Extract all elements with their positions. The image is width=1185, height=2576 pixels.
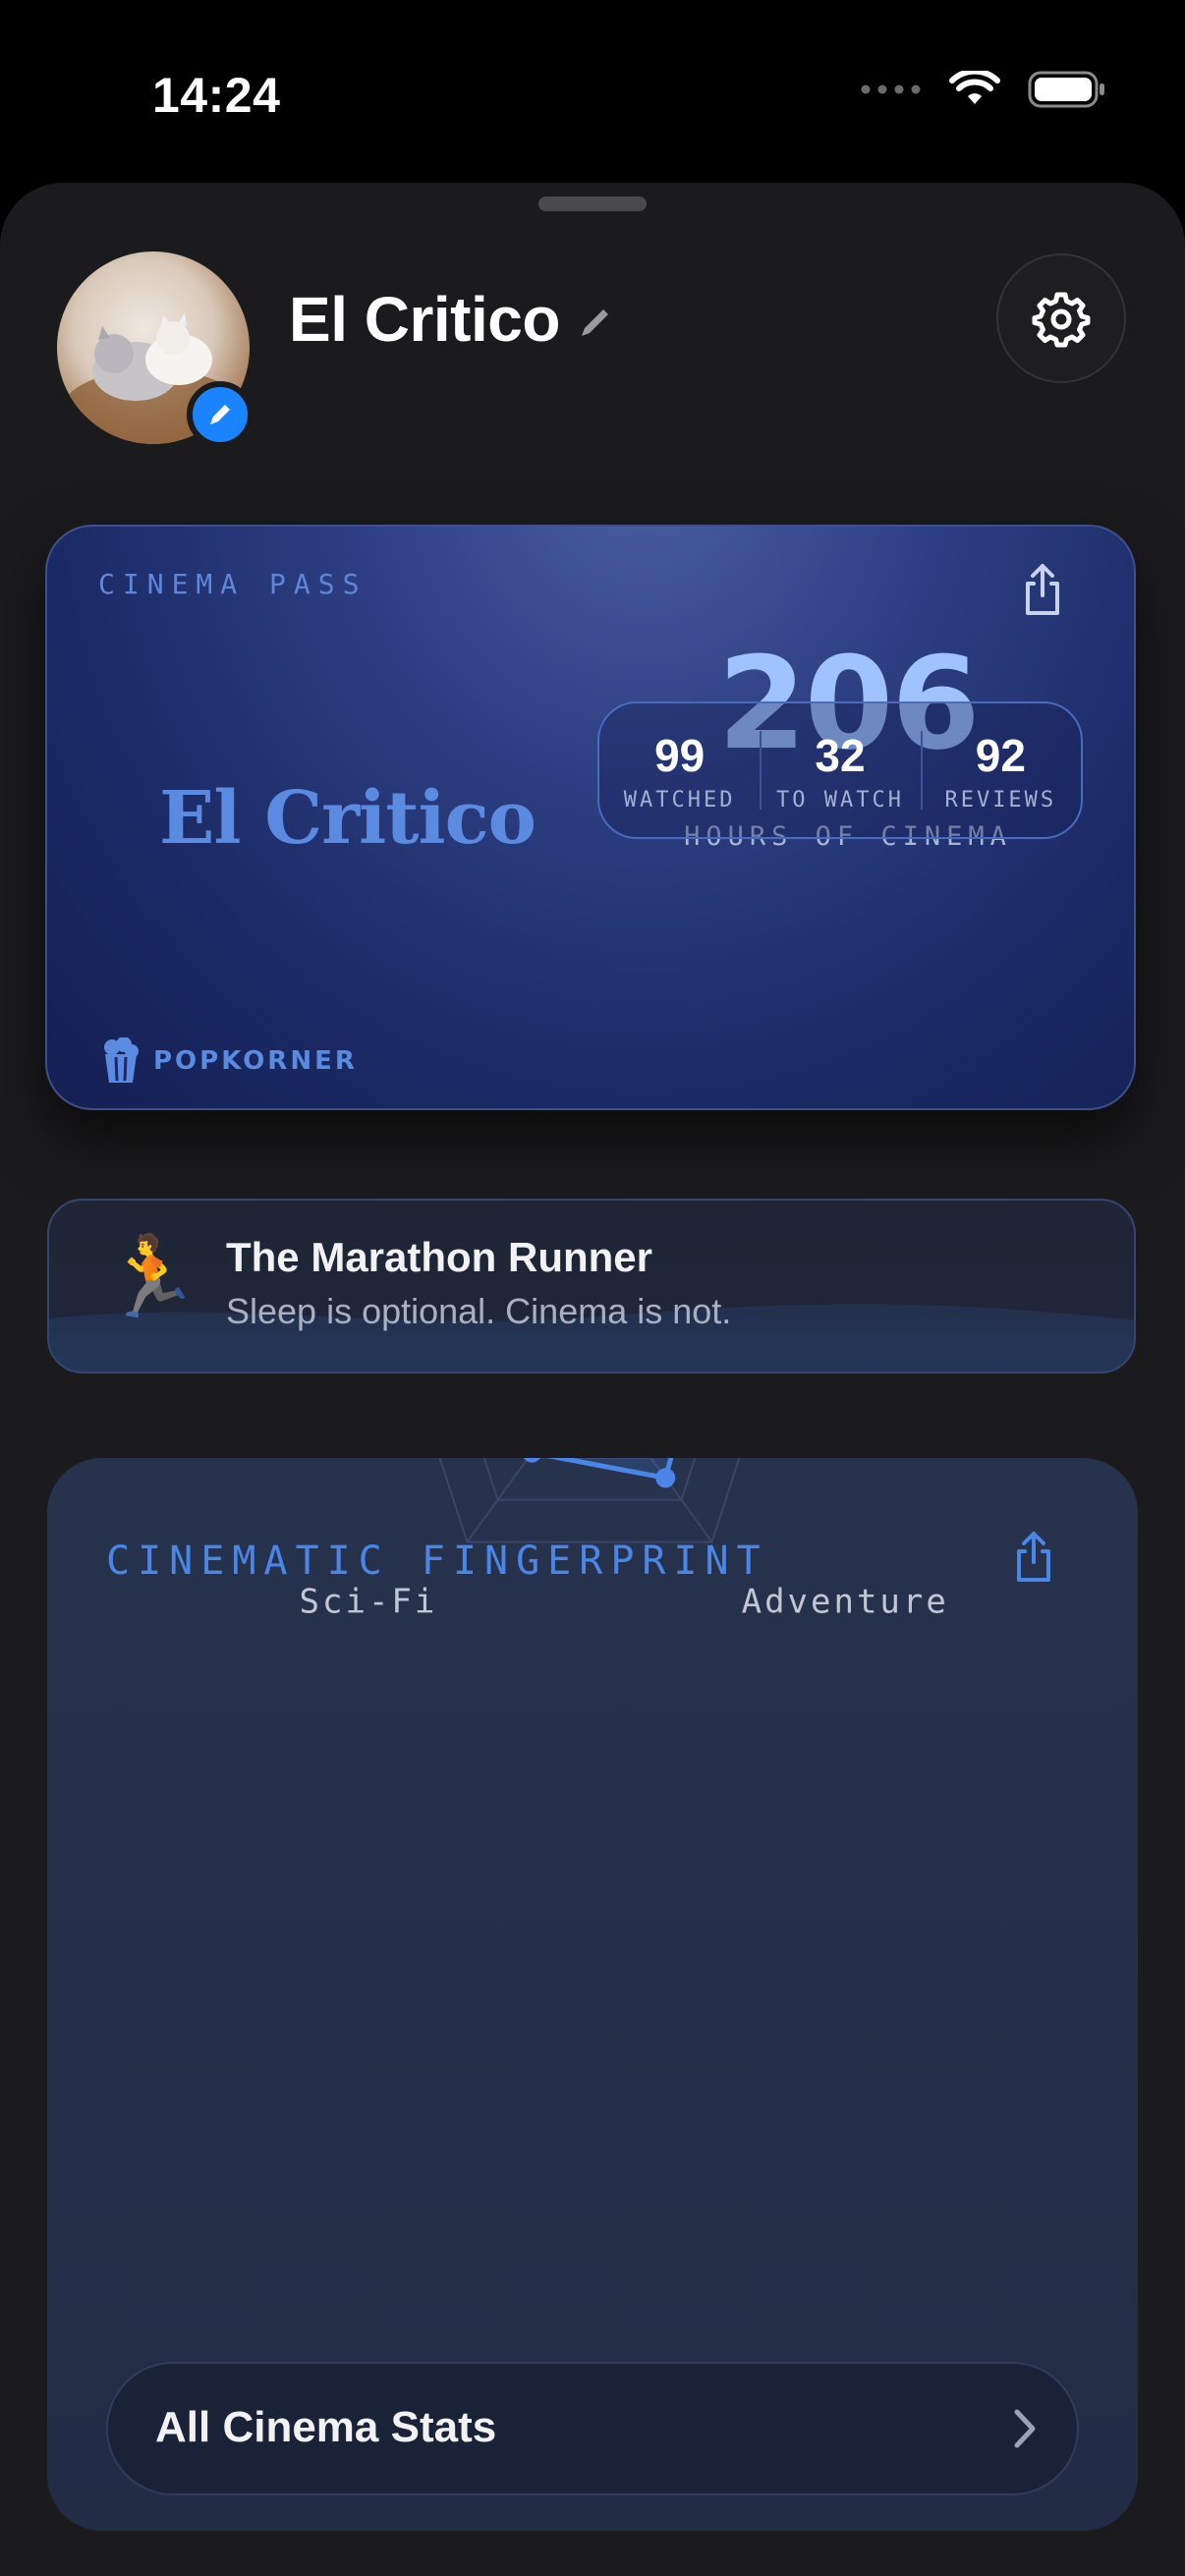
fingerprint-radar-chart: DramaComedyAdventureSci-FiAction <box>300 1458 949 1622</box>
stat-reviews: 92 REVIEWS <box>920 703 1081 837</box>
pass-label: CINEMA PASS <box>98 568 367 600</box>
pencil-icon <box>582 309 608 336</box>
avatar-edit-button[interactable] <box>187 381 254 448</box>
all-cinema-stats-label: All Cinema Stats <box>155 2403 497 2451</box>
stat-to-watch: 32 TO WATCH <box>760 703 920 837</box>
stat-value: 99 <box>654 729 705 781</box>
stat-label: REVIEWS <box>944 787 1057 812</box>
pass-stats: 99 WATCHED 32 TO WATCH 92 REVIEWS <box>597 701 1083 839</box>
brand-name: POPKORNER <box>153 1046 358 1076</box>
brand-logo: POPKORNER <box>102 1037 358 1085</box>
radar-series-shape <box>546 1458 674 1481</box>
status-time: 14:24 <box>152 68 281 123</box>
stat-label: WATCHED <box>623 787 736 812</box>
stat-watched: 99 WATCHED <box>599 703 760 837</box>
stat-label: TO WATCH <box>776 787 904 812</box>
achievement-title: The Marathon Runner <box>226 1234 653 1280</box>
gear-icon <box>1032 292 1091 348</box>
battery-icon <box>1028 71 1104 108</box>
radar-label-sci-fi: Sci-Fi <box>300 1583 438 1622</box>
pass-share-button[interactable] <box>1018 560 1067 624</box>
status-bar: 14:24 <box>0 0 1185 187</box>
profile-name: El Critico <box>289 284 560 355</box>
stat-value: 32 <box>815 729 866 781</box>
share-icon <box>1026 564 1059 615</box>
badge-wave <box>49 1304 1134 1372</box>
runner-icon: 🏃 <box>102 1233 200 1320</box>
achievement-subtitle: Sleep is optional. Cinema is not. <box>226 1291 732 1331</box>
avatar[interactable] <box>57 252 254 448</box>
cinema-pass-card[interactable]: CINEMA PASS El Critico 206 HOURS OF CINE… <box>45 525 1136 1110</box>
settings-button[interactable] <box>996 253 1126 383</box>
chevron-right-icon <box>1014 2409 1036 2448</box>
all-cinema-stats-button[interactable]: All Cinema Stats <box>106 2362 1079 2495</box>
fingerprint-card: CINEMATIC FINGERPRINT DramaComedyAdventu… <box>47 1458 1138 2531</box>
achievement-card[interactable]: 🏃 The Marathon Runner Sleep is optional.… <box>47 1199 1136 1373</box>
wifi-icon <box>949 71 1000 104</box>
popcorn-icon <box>104 1037 139 1083</box>
radar-label-adventure: Adventure <box>742 1583 949 1622</box>
name-edit-button[interactable] <box>576 303 615 347</box>
stat-value: 92 <box>975 729 1026 781</box>
pass-holder-name: El Critico <box>159 776 536 861</box>
sheet-grabber[interactable] <box>538 196 647 211</box>
pencil-icon <box>210 405 230 424</box>
radar-point-adventure <box>655 1468 676 1488</box>
signal-dots-icon <box>861 84 921 94</box>
status-icons <box>861 71 1106 108</box>
profile-sheet: El Critico CINEMA PASS El Critico 206 HO… <box>0 183 1185 2576</box>
